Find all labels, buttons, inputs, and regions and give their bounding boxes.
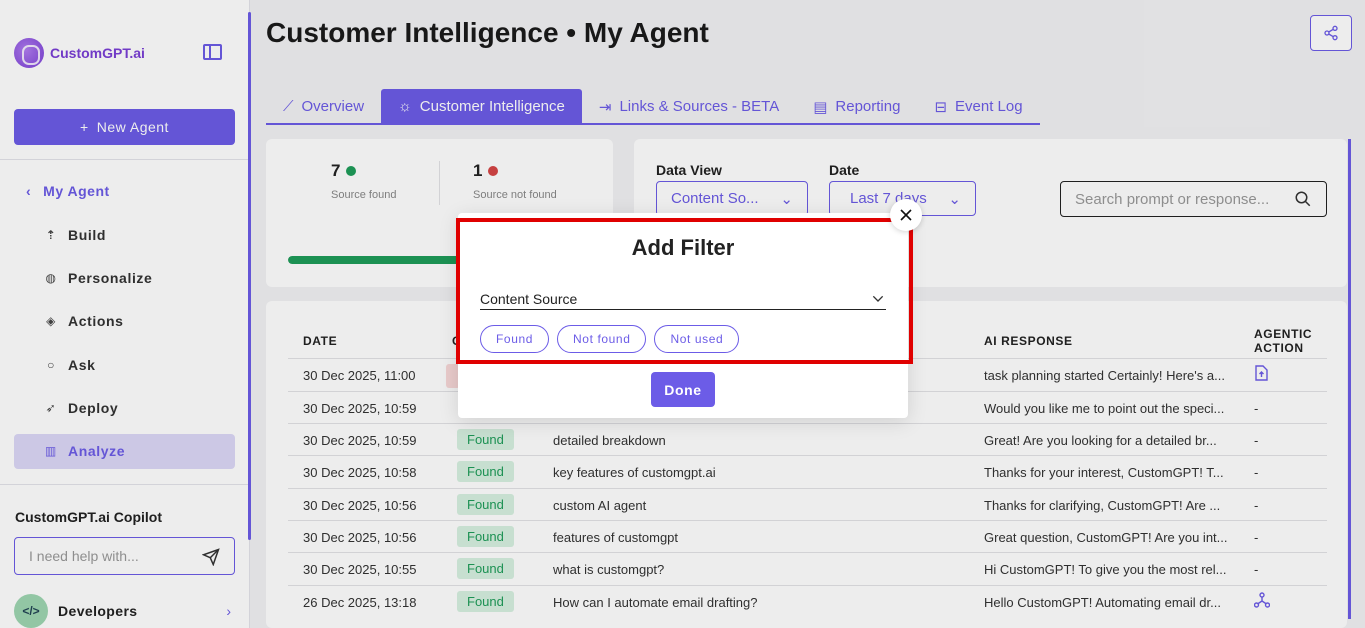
- close-modal-button[interactable]: [890, 199, 922, 231]
- done-button[interactable]: Done: [651, 372, 715, 407]
- highlight-box: [456, 218, 913, 364]
- close-icon: [900, 209, 912, 221]
